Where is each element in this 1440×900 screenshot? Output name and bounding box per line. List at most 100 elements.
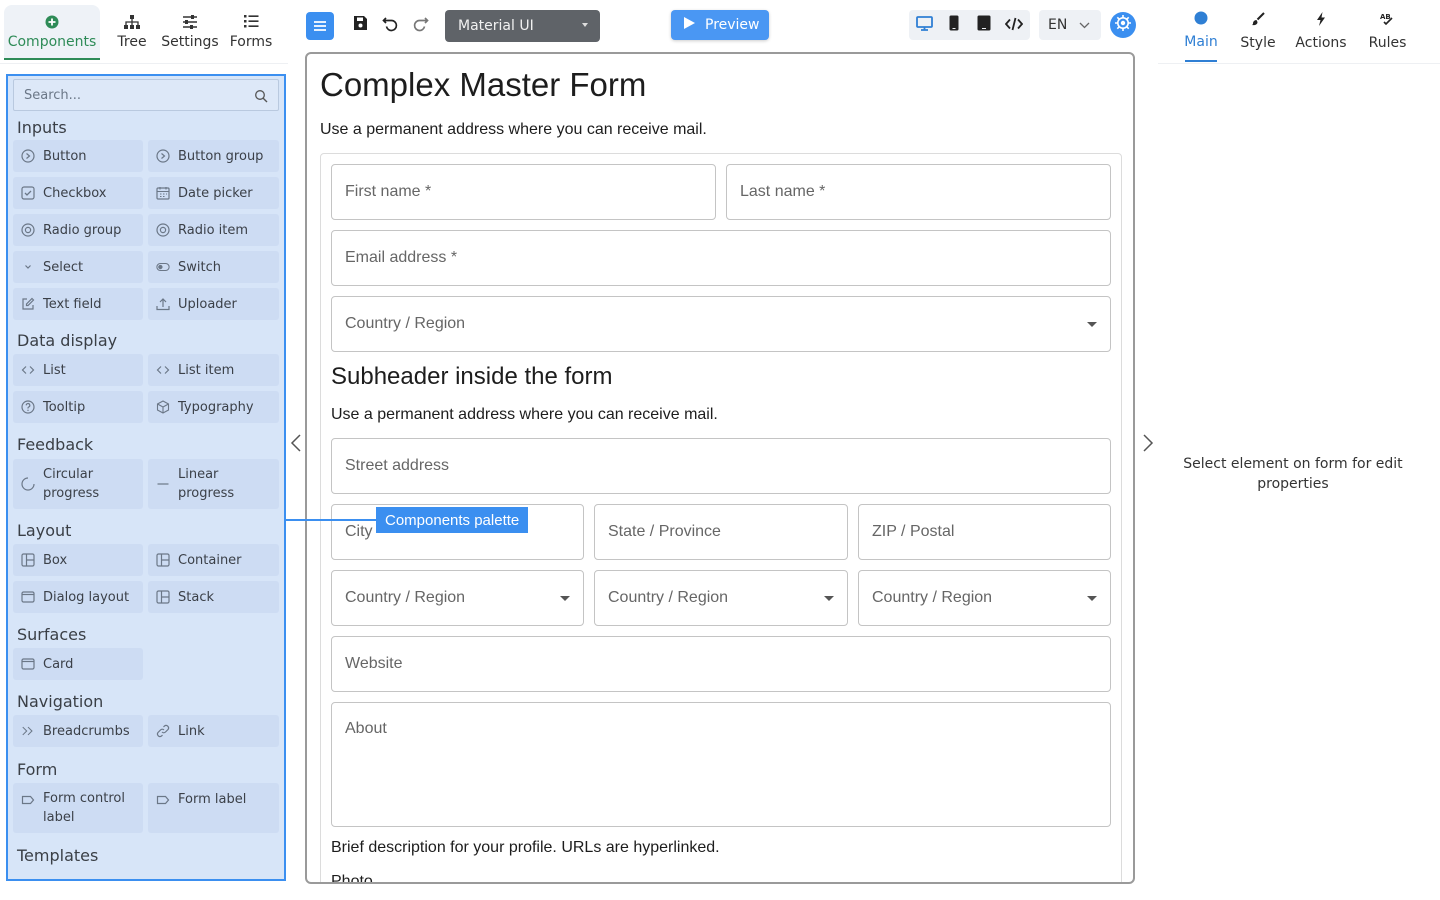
preview-button[interactable]: Preview [671,10,769,40]
palette-item-stack[interactable]: Stack [148,581,279,613]
form-description: Use a permanent address where you can re… [320,121,707,138]
street-address-field[interactable]: Street address [331,438,1111,494]
tab-components[interactable]: Components [4,5,100,60]
palette-item-uploader[interactable]: Uploader [148,288,279,320]
theme-settings-button[interactable] [1110,12,1136,38]
palette-item-dialog-layout[interactable]: Dialog layout [13,581,143,613]
toggle-icon [156,260,170,274]
street-address-label: Street address [345,457,450,474]
first-name-field[interactable]: First name * [331,164,716,220]
minus-icon [156,477,170,491]
undo-button[interactable] [376,11,404,39]
tab-rules[interactable]: AB Rules [1368,0,1408,62]
palette-item-label: List item [178,362,235,378]
palette-item-linear-progress[interactable]: Linear progress [148,459,279,509]
tab-style[interactable]: Style [1240,0,1276,62]
palette-item-tooltip[interactable]: Tooltip [13,391,143,423]
palette-item-label: Date picker [178,185,253,201]
palette-item-form-control-label[interactable]: Form control label [13,783,143,833]
chevron-right-icon [1139,434,1155,457]
palette-item-label: Radio item [178,222,249,238]
bolt-icon [1316,11,1326,30]
country-select[interactable]: Country / Region [331,296,1111,352]
palette-search-input[interactable] [24,87,254,103]
list-icon [243,14,259,30]
collapse-right-button[interactable] [1139,433,1155,453]
palette-item-text-field[interactable]: Text field [13,288,143,320]
tablet-view-button[interactable] [969,10,999,40]
last-name-field[interactable]: Last name * [726,164,1111,220]
language-select[interactable]: EN [1039,10,1101,40]
palette-item-select[interactable]: Select [13,251,143,283]
palette-item-label-line: label [43,810,75,825]
palette-item-card[interactable]: Card [13,648,143,680]
mobile-view-button[interactable] [939,10,969,40]
caret-down-icon [1087,596,1097,601]
palette-item-list[interactable]: List [13,354,143,386]
code-view-button[interactable] [999,10,1029,40]
palette-item-switch[interactable]: Switch [148,251,279,283]
tab-actions-label: Actions [1295,34,1347,51]
country-select-2[interactable]: Country / Region [331,570,584,626]
chevron-down-icon [21,260,35,274]
palette-item-label: Radio group [43,222,122,238]
tab-actions[interactable]: Actions [1295,0,1347,62]
zip-field[interactable]: ZIP / Postal [858,504,1111,560]
undo-icon [381,15,399,36]
checkbox-icon [21,186,35,200]
section-surfaces: Surfaces [17,625,87,644]
palette-item-label: Linear progress [178,465,234,503]
tab-settings[interactable]: Settings [158,0,222,63]
chevron-left-icon [289,434,305,457]
palette-item-button[interactable]: Button [13,140,143,172]
save-button[interactable] [346,11,374,39]
form-canvas[interactable]: Complex Master Form Use a permanent addr… [305,52,1135,884]
right-tab-bar: Main Style Actions AB Rules [1158,0,1440,64]
menu-button[interactable] [306,12,334,40]
palette-item-list-item[interactable]: List item [148,354,279,386]
tab-rules-label: Rules [1368,34,1407,51]
palette-item-checkbox[interactable]: Checkbox [13,177,143,209]
radio-icon [156,223,170,237]
collapse-left-button[interactable] [289,433,305,453]
website-field[interactable]: Website [331,636,1111,692]
palette-item-radio-group[interactable]: Radio group [13,214,143,246]
palette-item-typography[interactable]: Typography [148,391,279,423]
palette-item-label: Form label [178,792,247,807]
palette-item-circular-progress[interactable]: Circular progress [13,459,143,509]
search-icon[interactable] [254,88,268,103]
palette-item-link[interactable]: Link [148,715,279,747]
palette-item-container[interactable]: Container [148,544,279,576]
tab-forms[interactable]: Forms [222,0,280,63]
palette-item-label: Breadcrumbs [43,723,130,739]
palette-item-label: Tooltip [43,399,86,415]
palette-item-breadcrumbs[interactable]: Breadcrumbs [13,715,143,747]
palette-item-label: Circular progress [43,465,99,503]
code-brackets-icon [21,363,35,377]
button-icon [21,149,35,163]
email-field[interactable]: Email address * [331,230,1111,286]
palette-item-date-picker[interactable]: Date picker [148,177,279,209]
tab-settings-label: Settings [161,33,219,50]
palette-item-radio-item[interactable]: Radio item [148,214,279,246]
desktop-view-button[interactable] [909,10,939,40]
theme-select[interactable]: Material UI [445,10,600,42]
country-select-3[interactable]: Country / Region [594,570,848,626]
state-field[interactable]: State / Province [594,504,848,560]
button-group-icon [156,149,170,163]
caret-down-icon [582,23,588,27]
palette-item-button-group[interactable]: Button group [148,140,279,172]
palette-item-box[interactable]: Box [13,544,143,576]
country-select-4[interactable]: Country / Region [858,570,1111,626]
section-templates[interactable]: Templates [17,846,98,865]
radio-icon [21,223,35,237]
redo-button[interactable] [406,11,434,39]
tab-tree[interactable]: Tree [106,0,158,63]
country-label: Country / Region [872,589,993,606]
palette-item-form-label[interactable]: Form label [148,783,279,833]
about-label: About [345,720,387,737]
tab-main[interactable]: Main [1184,0,1218,62]
window-icon [21,590,35,604]
about-textarea[interactable]: About [331,702,1111,827]
code-icon [1004,16,1024,35]
